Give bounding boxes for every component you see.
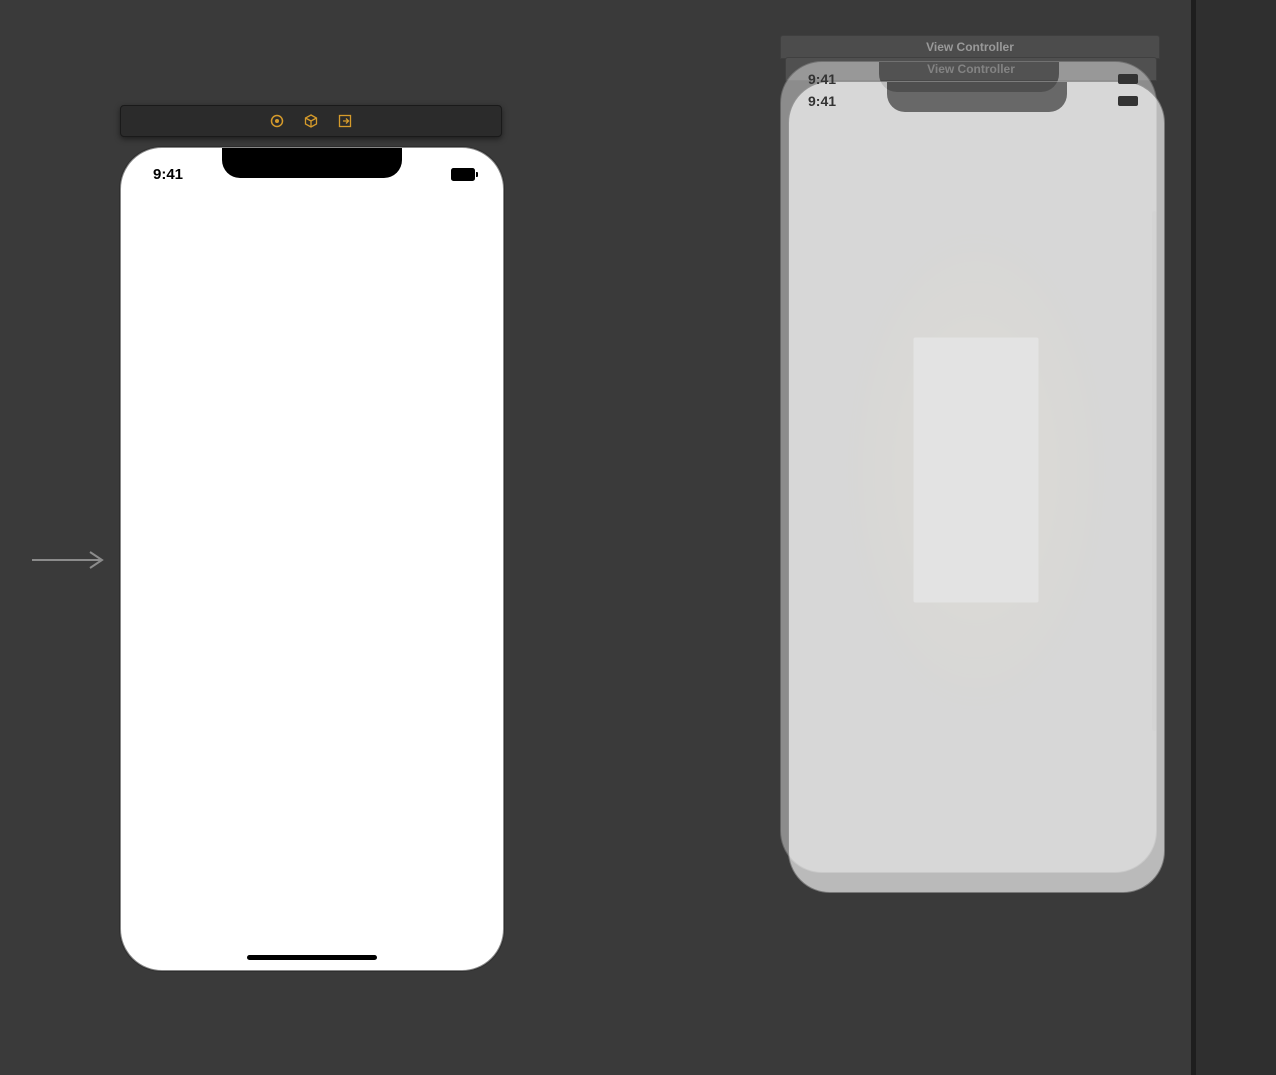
initial-scene-arrow-icon	[30, 550, 110, 570]
device-canvas[interactable]: 9:41	[120, 147, 504, 971]
home-indicator	[247, 955, 377, 960]
circle-dot-icon[interactable]	[270, 114, 284, 128]
status-time: 9:41	[808, 93, 836, 109]
cube-icon[interactable]	[304, 114, 318, 128]
battery-icon	[1118, 96, 1138, 106]
scene-title-label: View Controller	[926, 40, 1014, 54]
device-canvas-ghost[interactable]	[788, 81, 1165, 893]
exit-icon[interactable]	[338, 114, 352, 128]
panel-divider	[1191, 0, 1276, 1075]
scene-title-bar[interactable]: View Controller	[780, 35, 1160, 59]
device-notch	[887, 82, 1067, 112]
status-time: 9:41	[153, 166, 183, 183]
scene-stack[interactable]: View Controller View Controller 9:41 9:4…	[780, 35, 1160, 81]
status-bar: 9:41	[121, 162, 503, 186]
battery-icon	[1118, 74, 1138, 84]
scene-toolbar	[120, 105, 502, 137]
battery-icon	[451, 168, 475, 181]
scene-primary[interactable]: 9:41	[120, 105, 502, 971]
status-time: 9:41	[808, 71, 836, 87]
